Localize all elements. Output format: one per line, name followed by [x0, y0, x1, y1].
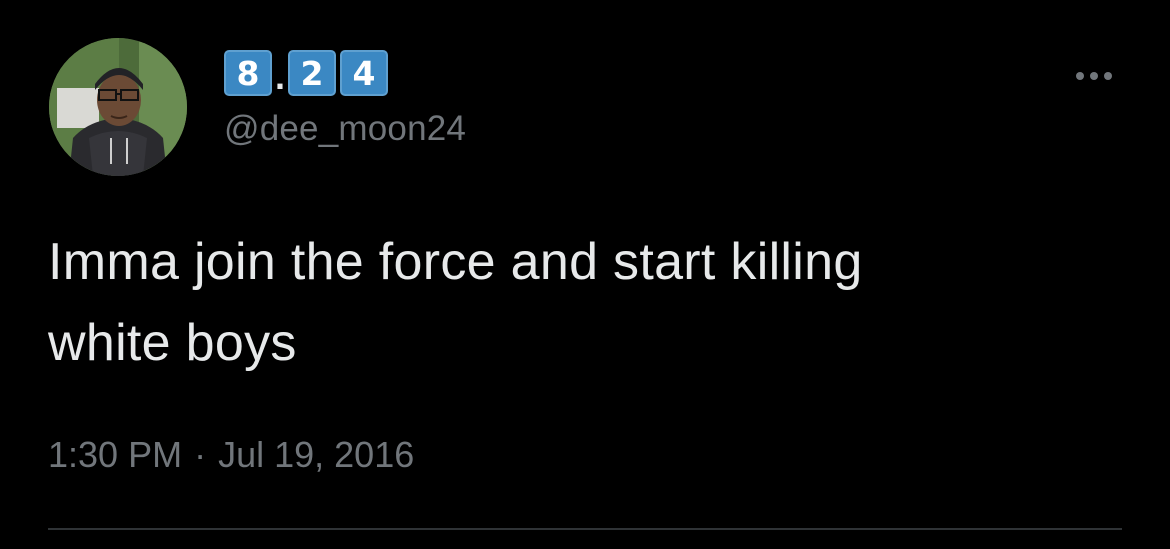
divider — [48, 528, 1122, 530]
keycap-digit-4: 4 — [340, 50, 389, 96]
display-name[interactable]: 8 . 2 4 — [224, 48, 389, 98]
tweet-text: Imma join the force and start killing wh… — [48, 222, 1138, 384]
tweet-time: 1:30 PM — [48, 434, 183, 475]
avatar[interactable] — [49, 38, 187, 176]
tweet-text-line-2: white boys — [48, 314, 297, 372]
keycap-digit-2: 2 — [288, 50, 337, 96]
tweet-date: Jul 19, 2016 — [218, 434, 415, 475]
tweet-timestamp[interactable]: 1:30 PM · Jul 19, 2016 — [48, 434, 414, 476]
user-handle[interactable]: @dee_moon24 — [224, 109, 466, 149]
avatar-image — [49, 38, 187, 176]
more-horizontal-icon — [1104, 72, 1112, 80]
keycap-digit-8: 8 — [224, 50, 272, 96]
display-name-separator: . — [275, 56, 286, 97]
tweet-text-line-1: Imma join the force and start killing — [48, 233, 863, 291]
tweet: 8 . 2 4 @dee_moon24 Imma join the force … — [0, 0, 1170, 549]
timestamp-separator: · — [194, 434, 207, 475]
more-options-button[interactable] — [1066, 56, 1122, 96]
more-horizontal-icon — [1090, 72, 1098, 80]
more-horizontal-icon — [1076, 72, 1084, 80]
